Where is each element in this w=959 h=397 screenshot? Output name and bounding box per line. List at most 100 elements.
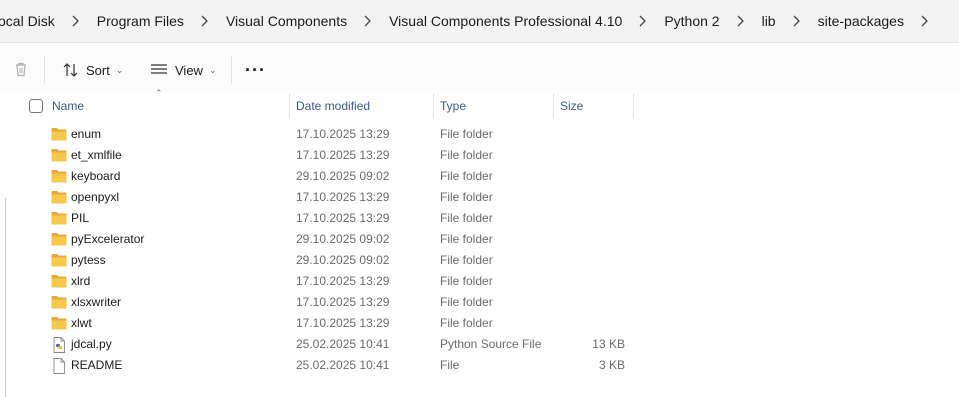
chevron-down-icon: ⌄ — [115, 64, 124, 75]
sort-icon — [63, 63, 78, 77]
breadcrumb: ocal Disk Program Files Visual Component… — [0, 0, 959, 43]
file-date-modified: 25.02.2025 10:41 — [296, 358, 390, 372]
file-name[interactable]: xlwt — [71, 313, 92, 334]
toolbar-divider — [44, 56, 45, 84]
column-header-name[interactable]: Name — [52, 93, 84, 119]
column-header-date-modified[interactable]: Date modified — [296, 93, 370, 119]
folder-icon — [51, 169, 67, 183]
file-icon — [51, 358, 67, 374]
file-name[interactable]: enum — [71, 124, 101, 145]
chevron-right-icon[interactable] — [726, 15, 756, 27]
file-type: File folder — [440, 190, 493, 204]
delete-icon[interactable] — [12, 60, 30, 78]
file-date-modified: 29.10.2025 09:02 — [296, 253, 390, 267]
column-divider[interactable] — [553, 93, 554, 119]
file-type: File folder — [440, 232, 493, 246]
breadcrumb-item-vc-professional[interactable]: Visual Components Professional 4.10 — [383, 0, 628, 42]
folder-icon — [51, 127, 67, 141]
file-size: 3 KB — [598, 358, 625, 372]
column-header-type[interactable]: Type — [440, 93, 466, 119]
file-name[interactable]: et_xmlfile — [71, 145, 122, 166]
file-name[interactable]: pytess — [71, 250, 106, 271]
file-row[interactable]: pytess 29.10.2025 09:02 File folder — [18, 250, 633, 271]
folder-icon — [51, 211, 67, 225]
file-date-modified: 17.10.2025 13:29 — [296, 316, 390, 330]
python-file-icon — [51, 337, 67, 353]
toolbar-divider — [231, 56, 232, 84]
breadcrumb-item-python2[interactable]: Python 2 — [658, 0, 725, 42]
file-size: 13 KB — [592, 337, 625, 351]
column-divider[interactable] — [433, 93, 434, 119]
file-date-modified: 17.10.2025 13:29 — [296, 190, 390, 204]
chevron-down-icon: ⌄ — [208, 64, 217, 75]
column-header-size[interactable]: Size — [560, 93, 583, 119]
file-type: File folder — [440, 253, 493, 267]
chevron-right-icon[interactable] — [353, 15, 383, 27]
chevron-right-icon[interactable] — [910, 15, 940, 27]
folder-icon — [51, 253, 67, 267]
folder-icon — [51, 190, 67, 204]
breadcrumb-item-site-packages[interactable]: site-packages — [812, 0, 910, 42]
view-icon — [151, 64, 167, 74]
breadcrumb-item-local-disk[interactable]: ocal Disk — [0, 0, 61, 42]
file-row[interactable]: keyboard 29.10.2025 09:02 File folder — [18, 166, 633, 187]
file-name[interactable]: pyExcelerator — [71, 229, 144, 250]
file-type: File folder — [440, 148, 493, 162]
view-label: View — [175, 62, 203, 78]
file-type: File folder — [440, 127, 493, 141]
file-row[interactable]: xlwt 17.10.2025 13:29 File folder — [18, 313, 633, 334]
file-name[interactable]: PIL — [71, 208, 89, 229]
chevron-right-icon[interactable] — [628, 15, 658, 27]
chevron-right-icon[interactable] — [190, 15, 220, 27]
file-row[interactable]: et_xmlfile 17.10.2025 13:29 File folder — [18, 145, 633, 166]
file-date-modified: 17.10.2025 13:29 — [296, 148, 390, 162]
file-row[interactable]: enum 17.10.2025 13:29 File folder — [18, 124, 633, 145]
file-name[interactable]: jdcal.py — [71, 334, 112, 355]
breadcrumb-item-lib[interactable]: lib — [756, 0, 782, 42]
file-row[interactable]: README 25.02.2025 10:41 File 3 KB — [18, 355, 633, 376]
folder-icon — [51, 316, 67, 330]
file-type: File folder — [440, 274, 493, 288]
sort-button[interactable]: Sort ⌄ — [62, 53, 123, 87]
file-date-modified: 29.10.2025 09:02 — [296, 169, 390, 183]
file-type: Python Source File — [440, 337, 542, 351]
folder-icon — [51, 274, 67, 288]
breadcrumb-item-visual-components[interactable]: Visual Components — [220, 0, 353, 42]
file-name[interactable]: openpyxl — [71, 187, 119, 208]
file-type: File folder — [440, 295, 493, 309]
folder-icon — [51, 148, 67, 162]
sort-ascending-icon: ⌃ — [155, 88, 163, 98]
file-row[interactable]: xlsxwriter 17.10.2025 13:29 File folder — [18, 292, 633, 313]
file-name[interactable]: README — [71, 355, 122, 376]
file-type: File — [440, 358, 460, 372]
file-row[interactable]: pyExcelerator 29.10.2025 09:02 File folder — [18, 229, 633, 250]
navigation-pane-scrollbar[interactable] — [5, 198, 6, 397]
breadcrumb-item-program-files[interactable]: Program Files — [91, 0, 190, 42]
column-divider[interactable] — [633, 93, 634, 119]
command-bar — [0, 43, 959, 93]
file-row[interactable]: openpyxl 17.10.2025 13:29 File folder — [18, 187, 633, 208]
select-all-checkbox[interactable] — [29, 99, 43, 113]
file-row[interactable]: jdcal.py 25.02.2025 10:41 Python Source Fi… — [18, 334, 633, 355]
file-date-modified: 17.10.2025 13:29 — [296, 211, 390, 225]
folder-icon — [51, 232, 67, 246]
file-name[interactable]: xlrd — [71, 271, 90, 292]
file-name[interactable]: keyboard — [71, 166, 120, 187]
file-date-modified: 17.10.2025 13:29 — [296, 274, 390, 288]
file-type: File folder — [440, 211, 493, 225]
file-date-modified: 17.10.2025 13:29 — [296, 127, 390, 141]
file-date-modified: 29.10.2025 09:02 — [296, 232, 390, 246]
folder-icon — [51, 295, 67, 309]
chevron-right-icon[interactable] — [61, 15, 91, 27]
file-type: File folder — [440, 169, 493, 183]
more-options-button[interactable]: ··· — [245, 53, 266, 87]
file-date-modified: 17.10.2025 13:29 — [296, 295, 390, 309]
file-type: File folder — [440, 316, 493, 330]
view-button[interactable]: View ⌄ — [150, 53, 217, 87]
file-name[interactable]: xlsxwriter — [71, 292, 121, 313]
chevron-right-icon[interactable] — [782, 15, 812, 27]
file-row[interactable]: PIL 17.10.2025 13:29 File folder — [18, 208, 633, 229]
sort-label: Sort — [86, 62, 110, 78]
column-divider[interactable] — [289, 93, 290, 119]
file-row[interactable]: xlrd 17.10.2025 13:29 File folder — [18, 271, 633, 292]
